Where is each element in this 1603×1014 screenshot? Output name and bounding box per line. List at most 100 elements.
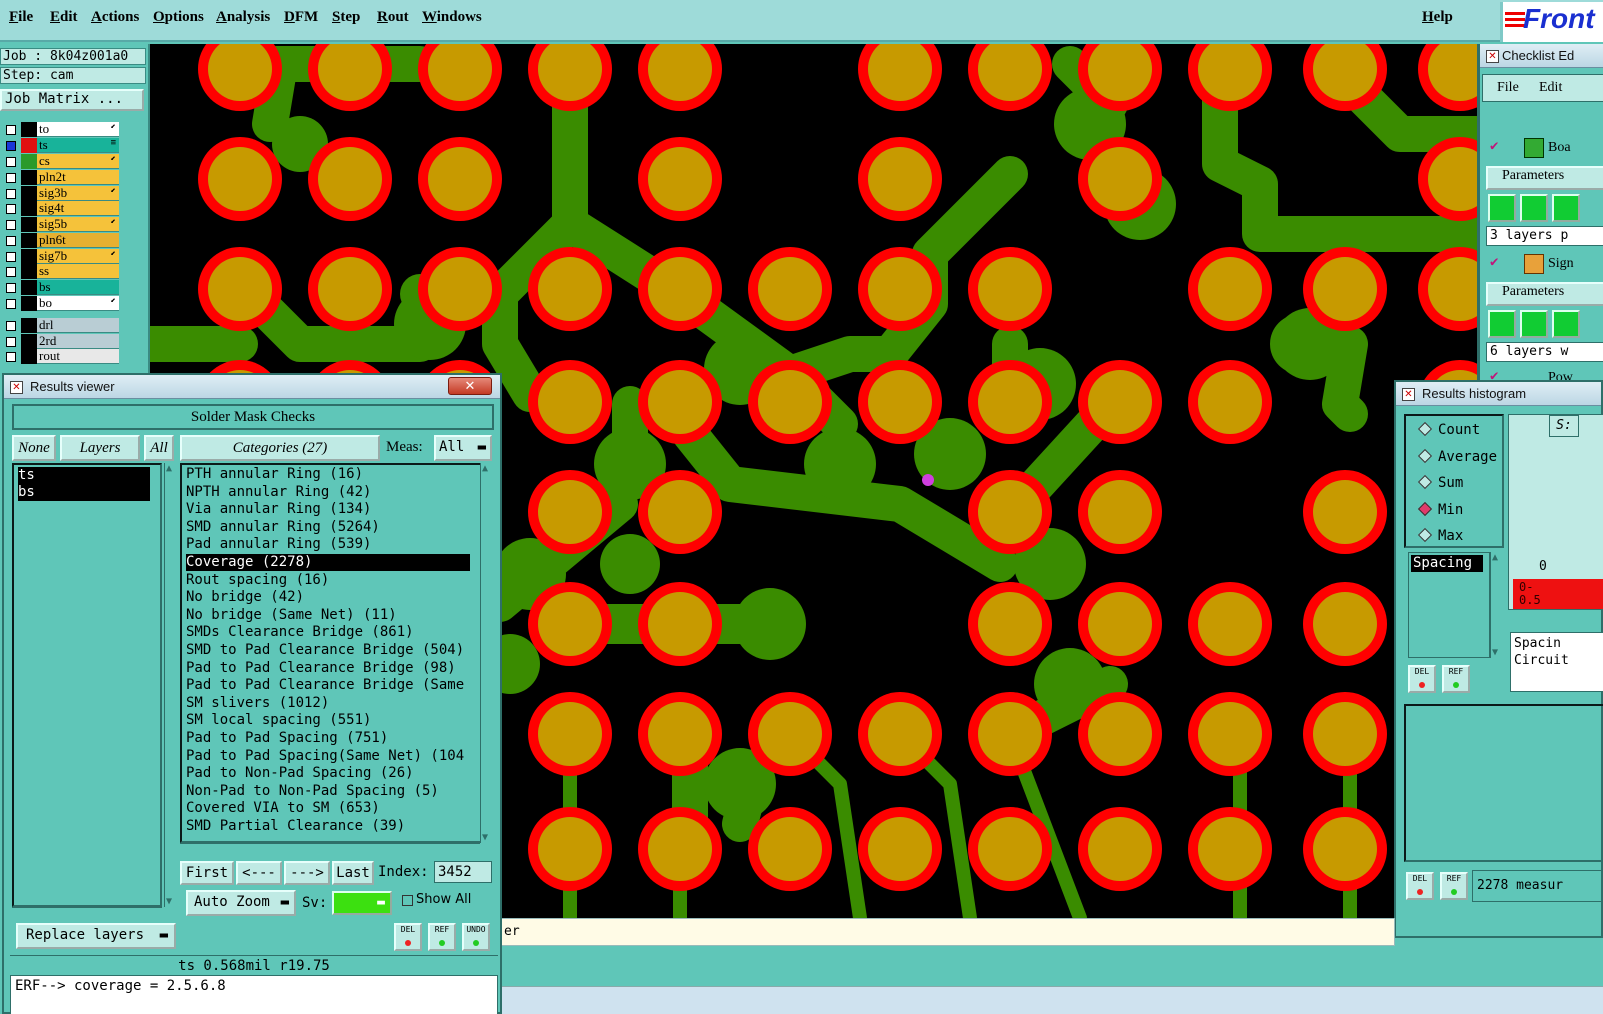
layer-color-swatch[interactable] [21, 249, 37, 264]
layer-row-sig3b[interactable]: sig3b ⬋ [3, 186, 119, 201]
category-item[interactable]: Pad to Pad Clearance Bridge (98) [186, 660, 470, 677]
layer-visibility-checkbox[interactable] [6, 267, 16, 277]
tab-layers[interactable]: Layers [60, 435, 140, 461]
category-item[interactable]: Pad annular Ring (539) [186, 536, 470, 553]
run-icon[interactable] [1520, 310, 1548, 338]
layer-visibility-checkbox[interactable] [6, 125, 16, 135]
last-button[interactable]: Last [332, 861, 374, 885]
layer-visibility-checkbox[interactable] [6, 299, 16, 309]
radio-count[interactable]: Count [1417, 421, 1480, 438]
layer-row-drl[interactable]: drl [3, 318, 119, 333]
next-button[interactable]: ---> [284, 861, 330, 885]
layer-visibility-checkbox[interactable] [6, 283, 16, 293]
layer-result-list[interactable]: ts bs [12, 463, 162, 907]
parameters-button[interactable]: Parameters [1486, 282, 1603, 306]
run-icon[interactable] [1488, 310, 1516, 338]
category-item[interactable]: SMD to Pad Clearance Bridge (504) [186, 642, 470, 659]
layer-color-swatch[interactable] [21, 186, 37, 201]
run-icon[interactable] [1552, 194, 1580, 222]
layer-row-bs[interactable]: bs [3, 280, 119, 295]
layer-color-swatch[interactable] [21, 138, 37, 153]
histogram-bin[interactable]: 0- 0.5 [1513, 579, 1603, 609]
checklist-menu-file[interactable]: File [1497, 80, 1519, 96]
layer-color-swatch[interactable] [21, 318, 37, 333]
category-item[interactable]: No bridge (Same Net) (11) [186, 607, 470, 624]
layer-color-swatch[interactable] [21, 349, 37, 364]
menu-file[interactable]: File [9, 9, 33, 26]
menu-edit[interactable]: Edit [50, 9, 78, 26]
radio-average[interactable]: Average [1417, 448, 1497, 465]
layer-visibility-checkbox[interactable] [6, 252, 16, 262]
del-button[interactable]: DEL [1408, 665, 1436, 693]
category-item[interactable]: Pad to Non-Pad Spacing (26) [186, 765, 470, 782]
category-item[interactable]: Coverage (2278) [186, 554, 470, 571]
layer-color-swatch[interactable] [21, 264, 37, 279]
replace-layers-select[interactable]: Replace layers ▬ [16, 923, 176, 949]
category-item[interactable]: Rout spacing (16) [186, 572, 470, 589]
auto-zoom-select[interactable]: Auto Zoom ▬ [186, 890, 296, 916]
undo-button[interactable]: UNDO [462, 923, 490, 951]
layers-field-2[interactable]: 6 layers w [1486, 342, 1603, 362]
category-item[interactable]: No bridge (42) [186, 589, 470, 606]
ref-button[interactable]: REF [428, 923, 456, 951]
job-matrix-button[interactable]: Job Matrix ... [0, 89, 144, 111]
checklist-row-board[interactable]: ✔ Boa [1488, 138, 1598, 160]
show-all-checkbox[interactable] [402, 895, 413, 906]
category-item[interactable]: NPTH annular Ring (42) [186, 484, 470, 501]
layer-row-ss[interactable]: ss [3, 264, 119, 279]
result-layer-item[interactable]: ts [18, 467, 150, 484]
ref-button[interactable]: REF [1442, 665, 1470, 693]
run-icon[interactable] [1488, 194, 1516, 222]
categories-button[interactable]: Categories (27) [180, 435, 380, 461]
layer-row-sig5b[interactable]: sig5b ⬋ [3, 217, 119, 232]
histogram-list[interactable]: Spacing [1408, 552, 1490, 658]
index-input[interactable]: 3452 [434, 861, 492, 883]
layer-visibility-checkbox[interactable] [6, 337, 16, 347]
menu-options[interactable]: Options [153, 9, 204, 26]
histogram-list-scrollbar[interactable]: ▲ ▼ [1490, 552, 1504, 658]
result-layer-item[interactable]: bs [18, 484, 150, 501]
layer-color-swatch[interactable] [21, 233, 37, 248]
menu-rout[interactable]: Rout [377, 9, 409, 26]
parameters-button[interactable]: Parameters [1486, 166, 1603, 190]
layer-visibility-checkbox[interactable] [6, 204, 16, 214]
menu-dfm[interactable]: DFM [284, 9, 318, 26]
layer-color-swatch[interactable] [21, 201, 37, 216]
radio-sum[interactable]: Sum [1417, 474, 1463, 491]
run-icon[interactable] [1552, 310, 1580, 338]
layer-visibility-checkbox[interactable] [6, 236, 16, 246]
category-item[interactable]: Pad to Pad Clearance Bridge (Same [186, 677, 470, 694]
layer-row-to[interactable]: to ⬋ [3, 122, 119, 137]
del-button[interactable]: DEL [1406, 872, 1434, 900]
checklist-menu-edit[interactable]: Edit [1539, 80, 1562, 96]
layer-visibility-checkbox[interactable] [6, 173, 16, 183]
category-item[interactable]: SMD Partial Clearance (39) [186, 818, 470, 835]
category-list-hscroll[interactable] [180, 843, 480, 857]
ref-button[interactable]: REF [1440, 872, 1468, 900]
del-button[interactable]: DEL [394, 923, 422, 951]
category-item[interactable]: Covered VIA to SM (653) [186, 800, 470, 817]
category-item[interactable]: SMDs Clearance Bridge (861) [186, 624, 470, 641]
sv-color-select[interactable]: ▬ [332, 891, 392, 915]
layer-visibility-checkbox[interactable] [6, 189, 16, 199]
layer-color-swatch[interactable] [21, 217, 37, 232]
layer-row-cs[interactable]: cs ⬋ [3, 154, 119, 169]
category-item[interactable]: Via annular Ring (134) [186, 501, 470, 518]
layer-color-swatch[interactable] [21, 122, 37, 137]
layer-row-sig7b[interactable]: sig7b ⬋ [3, 249, 119, 264]
layer-row-rout[interactable]: rout [3, 349, 119, 364]
menu-analysis[interactable]: Analysis [216, 9, 270, 26]
category-item[interactable]: Pad to Pad Spacing(Same Net) (104 [186, 748, 470, 765]
category-list[interactable]: PTH annular Ring (16) NPTH annular Ring (… [180, 463, 482, 843]
category-item[interactable]: Non-Pad to Non-Pad Spacing (5) [186, 783, 470, 800]
radio-min[interactable]: Min [1417, 501, 1463, 518]
layer-visibility-checkbox[interactable] [6, 352, 16, 362]
first-button[interactable]: First [180, 861, 234, 885]
layer-row-pln2t[interactable]: pln2t [3, 170, 119, 185]
layer-row-2rd[interactable]: 2rd [3, 334, 119, 349]
layer-color-swatch[interactable] [21, 334, 37, 349]
category-item[interactable]: SM slivers (1012) [186, 695, 470, 712]
layer-row-pln6t[interactable]: pln6t [3, 233, 119, 248]
category-item[interactable]: SMD annular Ring (5264) [186, 519, 470, 536]
prev-button[interactable]: <--- [236, 861, 282, 885]
